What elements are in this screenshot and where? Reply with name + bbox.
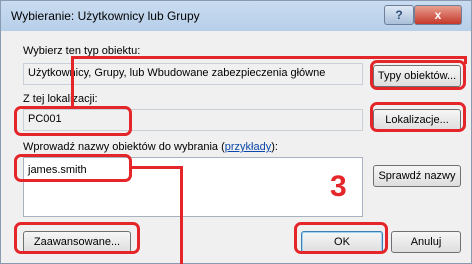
object-name-highlight (14, 154, 132, 182)
object-type-field: Użytkownicy, Grupy, lub Wbudowane zabezp… (23, 63, 363, 85)
help-button[interactable]: ? (384, 5, 414, 25)
close-button[interactable]: x (414, 5, 462, 25)
callout-line-top (71, 56, 467, 59)
callout-line-left (71, 56, 74, 108)
location-label: Z tej lokalizacji: (23, 93, 98, 105)
callout-line-right (464, 56, 467, 64)
examples-link[interactable]: przykłady (225, 141, 271, 153)
callout-line-name (132, 166, 182, 169)
object-types-highlight (370, 60, 466, 90)
callout-line-down (180, 166, 183, 264)
cancel-button[interactable]: Anuluj (391, 231, 461, 253)
window-title: Wybieranie: Użytkownicy lub Grupy (11, 9, 200, 23)
locations-highlight (370, 102, 466, 132)
check-names-button[interactable]: Sprawdź nazwy (373, 165, 461, 187)
step-number: 3 (330, 170, 347, 203)
object-names-label: Wprowadź nazwy obiektów do wybrania (prz… (23, 141, 278, 153)
location-field-highlight (14, 106, 132, 136)
ok-button-highlight (294, 222, 388, 254)
title-bar: Wybieranie: Użytkownicy lub Grupy ? x (1, 1, 471, 31)
advanced-button-highlight (14, 222, 140, 254)
